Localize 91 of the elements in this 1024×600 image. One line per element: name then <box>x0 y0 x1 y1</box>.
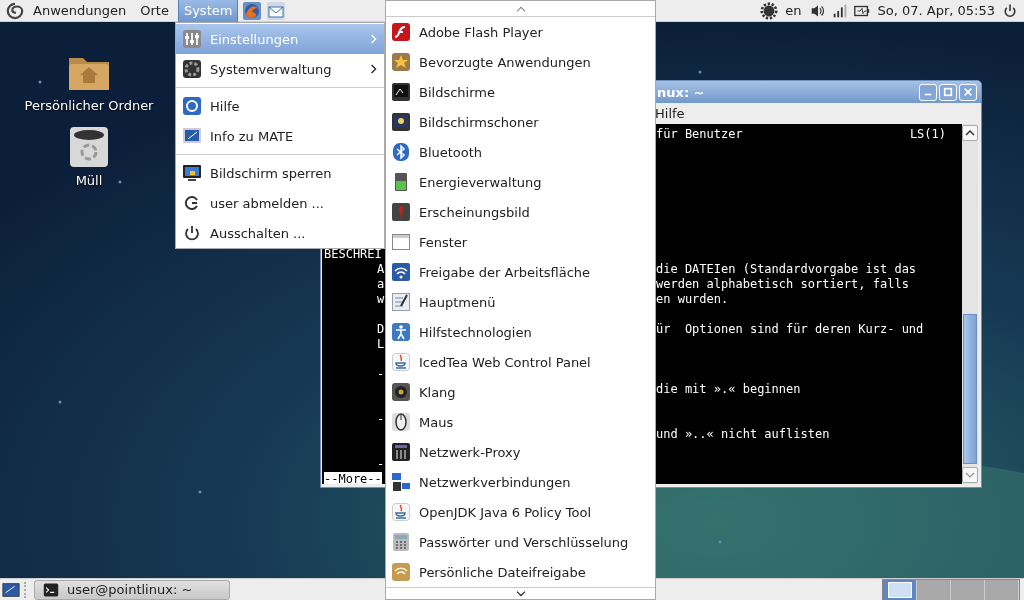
power-icon[interactable] <box>1002 2 1018 19</box>
terminal-text: die DATEIen (Standardvorgabe ist das <box>656 262 917 277</box>
window-title: nux: ~ <box>657 84 705 100</box>
sliders-icon <box>182 29 202 49</box>
terminal-text: w <box>377 292 385 307</box>
window-icon <box>391 232 411 252</box>
terminal-text: a <box>377 277 385 292</box>
server-icon <box>391 442 411 462</box>
desktop-icon-label[interactable]: Müll <box>75 173 103 188</box>
menu-item[interactable]: Systemverwaltung <box>176 54 384 84</box>
menu-item[interactable]: Ausschalten ... <box>176 218 384 248</box>
terminal-text: ür Optionen sind für deren Kurz- und <box>656 322 924 337</box>
monitor-icon <box>391 82 411 102</box>
terminal-text: en wurden. <box>656 292 729 307</box>
help-icon <box>182 96 202 116</box>
taskbar-button[interactable]: user@pointlinux: ~ <box>34 579 230 600</box>
scrollbar[interactable] <box>962 124 978 484</box>
terminal-text: - <box>377 457 385 472</box>
gear-icon[interactable] <box>760 1 779 20</box>
menu-item[interactable]: Bevorzugte Anwendungen <box>386 47 655 77</box>
keypad-icon <box>391 532 411 552</box>
globe-icon[interactable] <box>242 0 263 21</box>
file-sharing-icon <box>391 562 411 582</box>
flash-icon <box>391 22 411 42</box>
workspace-button[interactable] <box>883 579 917 600</box>
lock-screen-icon <box>182 163 202 183</box>
menu-item[interactable]: Netzwerk-Proxy <box>386 437 655 467</box>
terminal-text: D <box>377 322 385 337</box>
bluetooth-icon <box>391 142 411 162</box>
chevron-right-icon <box>370 63 378 75</box>
swirl-logo-icon[interactable] <box>6 1 24 20</box>
menu-editor-icon <box>391 292 411 312</box>
menu-item[interactable]: Klang <box>386 377 655 407</box>
menu-item[interactable]: Passwörter und Verschlüsselung <box>386 527 655 557</box>
menu-item[interactable]: Energieverwaltung <box>386 167 655 197</box>
menu-item[interactable]: Hilfe <box>176 91 384 121</box>
close-icon <box>963 87 973 97</box>
terminal-text: die mit ».« beginnen <box>656 382 801 397</box>
menu-item[interactable]: OpenJDK Java 6 Policy Tool <box>386 497 655 527</box>
menu-item[interactable]: Netzwerkverbindungen <box>386 467 655 497</box>
network-computers-icon <box>391 472 411 492</box>
menu-item[interactable]: Bildschirme <box>386 77 655 107</box>
desktop-sharing-icon <box>391 262 411 282</box>
menu-item[interactable]: Hauptmenü <box>386 287 655 317</box>
power-icon <box>182 223 202 243</box>
menu-item[interactable]: Bildschirmschoner <box>386 107 655 137</box>
menu-item[interactable]: user abmelden ... <box>176 188 384 218</box>
show-desktop-icon[interactable] <box>2 580 20 599</box>
tie-icon <box>391 202 411 222</box>
menu-item[interactable]: Info zu MATE <box>176 121 384 151</box>
terminal-icon <box>43 581 59 598</box>
menu-item[interactable]: Bluetooth <box>386 137 655 167</box>
menu-item[interactable]: Maus <box>386 407 655 437</box>
keyboard-layout[interactable]: en <box>782 3 805 18</box>
menu-item[interactable]: Fenster <box>386 227 655 257</box>
maximize-icon <box>943 87 953 97</box>
mouse-icon <box>391 412 411 432</box>
monitor-icon <box>182 126 202 146</box>
terminal-text: werden alphabetisch sortiert, falls <box>656 277 909 292</box>
pager-prompt: --More-- <box>324 472 382 484</box>
java-cup-icon <box>391 352 411 372</box>
envelope-icon[interactable] <box>266 0 287 21</box>
scroll-up-icon[interactable] <box>962 125 978 141</box>
menu-item[interactable]: IcedTea Web Control Panel <box>386 347 655 377</box>
terminal-text: - <box>377 412 385 427</box>
panel-menu[interactable]: Anwendungen <box>28 0 132 22</box>
terminal-text: - <box>377 367 385 382</box>
accessibility-icon <box>391 322 411 342</box>
terminal-text: und »..« nicht auflisten <box>656 427 830 442</box>
menu-item[interactable]: Persönliche Dateifreigabe <box>386 557 655 587</box>
terminal-text: LS(1) <box>909 127 946 142</box>
desktop-icon-label[interactable]: Persönlicher Ordner <box>24 98 154 113</box>
menu-item[interactable]: Freigabe der Arbeitsfläche <box>386 257 655 287</box>
trash-icon[interactable] <box>67 125 111 169</box>
chevron-right-icon <box>370 33 378 45</box>
scroll-down-icon[interactable] <box>514 589 527 598</box>
terminal-text: A <box>377 262 385 277</box>
speaker-icon <box>391 382 411 402</box>
menu-item[interactable]: Adobe Flash Player <box>386 17 655 47</box>
screensaver-icon <box>391 112 411 132</box>
terminal-text: L <box>377 337 385 352</box>
panel-menu[interactable]: Orte <box>135 0 174 22</box>
menu-item[interactable]: Erscheinungsbild <box>386 197 655 227</box>
menu-item[interactable]: Bildschirm sperren <box>176 158 384 188</box>
terminal-text: für Benutzer <box>656 127 743 142</box>
terminal-text: BESCHREI <box>324 247 382 262</box>
java-cup-icon <box>391 502 411 522</box>
menu-item[interactable]: Hilfstechnologien <box>386 317 655 347</box>
clock[interactable]: So, 07. Apr, 05:53 <box>874 3 998 18</box>
gear-icon <box>182 59 202 79</box>
menu-item[interactable]: Hilfe <box>655 105 685 121</box>
